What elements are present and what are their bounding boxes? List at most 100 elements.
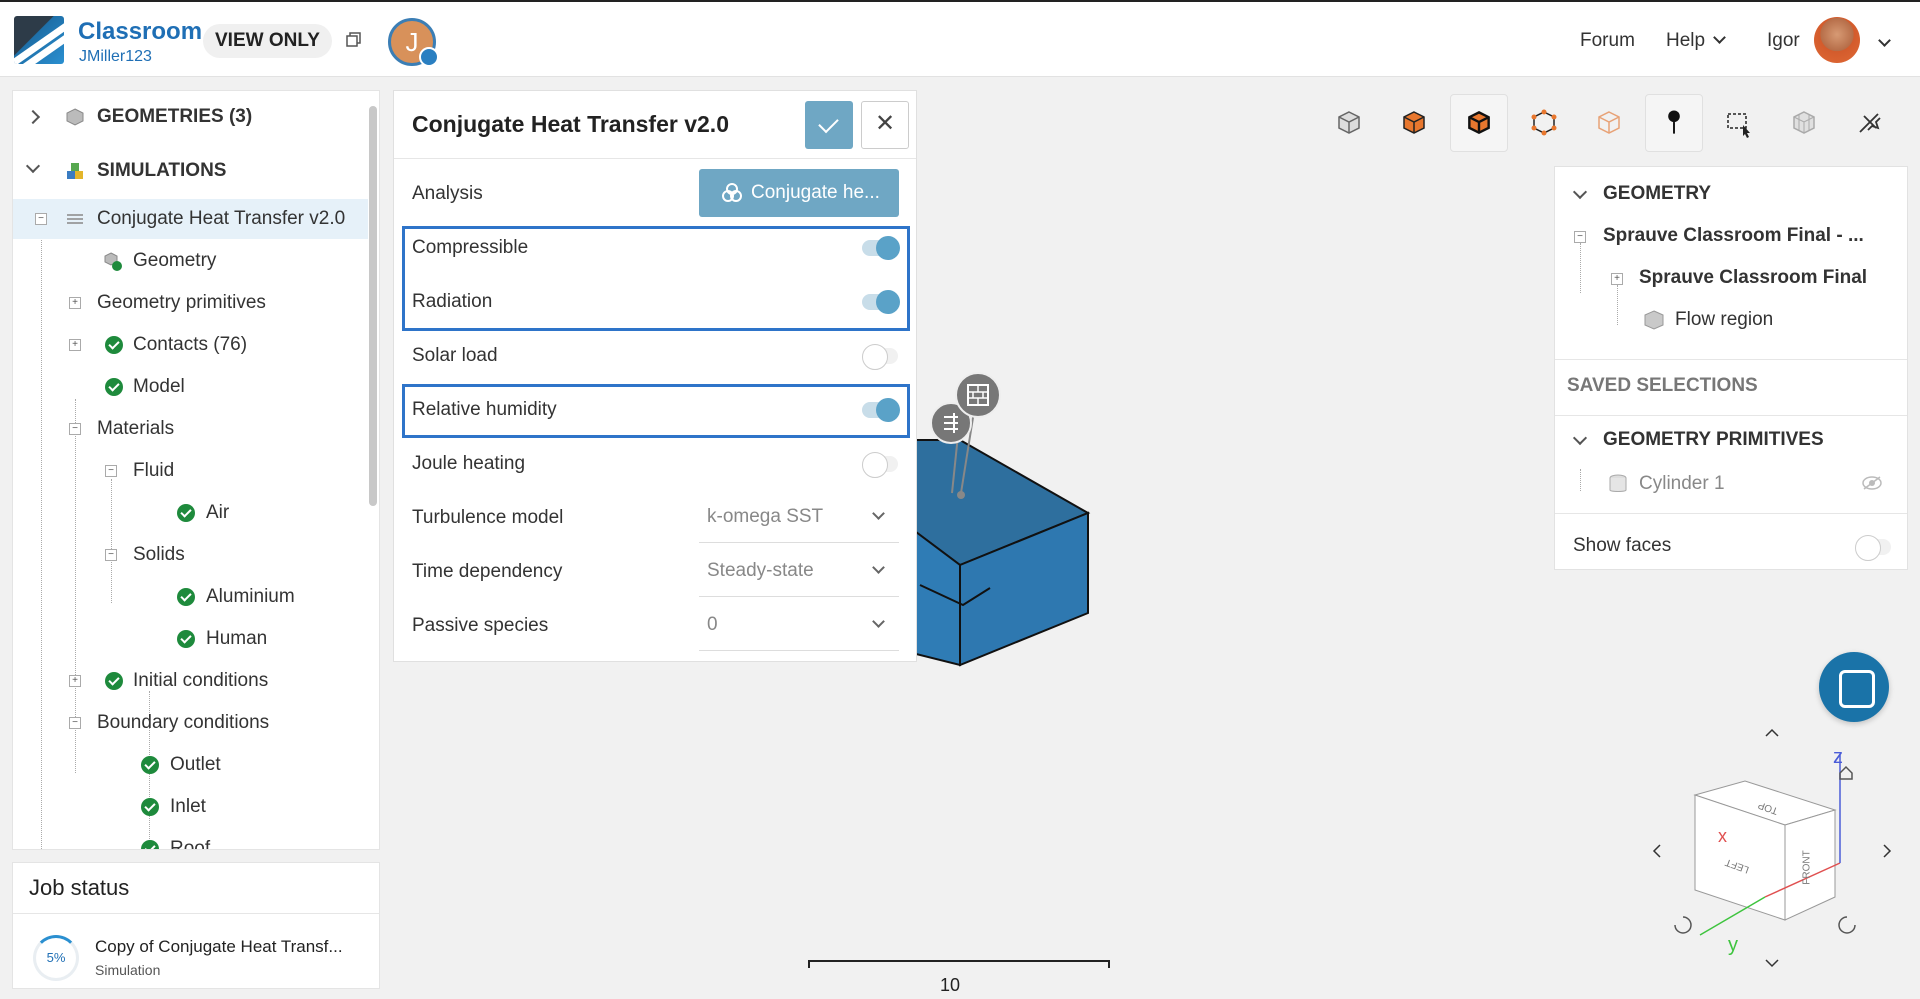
confirm-button[interactable] (805, 101, 853, 149)
username[interactable]: Igor (1767, 30, 1800, 52)
rotate-down-icon (1765, 959, 1779, 968)
project-title[interactable]: Classroom (78, 18, 202, 46)
collapse-icon[interactable]: − (105, 549, 117, 561)
mesh-view-icon[interactable] (1775, 94, 1833, 152)
check-icon (177, 588, 195, 606)
tree-item-inlet[interactable]: Inlet (13, 787, 368, 827)
solid-view-icon[interactable] (1385, 94, 1443, 152)
help-menu[interactable]: Help (1666, 30, 1726, 52)
user-avatar[interactable] (1814, 17, 1860, 63)
chevron-right-icon (25, 109, 41, 125)
project-owner[interactable]: JMiller123 (79, 48, 152, 66)
analysis-type-icon (722, 183, 742, 202)
simulations-node[interactable]: SIMULATIONS (13, 151, 368, 191)
job-name[interactable]: Copy of Conjugate Heat Transf... (95, 937, 343, 957)
scale-label: 10 m (940, 975, 961, 999)
tree-item-aluminium[interactable]: Aluminium (13, 577, 368, 617)
cylinder-icon (1609, 474, 1627, 492)
clipping-plane-icon[interactable] (1840, 94, 1898, 152)
pin-icon[interactable] (1645, 94, 1703, 152)
tree-item-geometry-primitives[interactable]: + Geometry primitives (13, 283, 368, 323)
tree-item-human[interactable]: Human (13, 619, 368, 659)
user-menu-chevron-icon[interactable] (1878, 34, 1891, 47)
job-status-title: Job status (29, 875, 130, 900)
collapse-icon[interactable]: − (35, 213, 47, 225)
collapse-icon[interactable]: − (69, 717, 81, 729)
chevron-down-icon (1572, 184, 1588, 200)
tree-item-model[interactable]: Model (13, 367, 368, 407)
analysis-type-button[interactable]: Conjugate he... (699, 169, 899, 217)
copy-icon[interactable] (346, 32, 362, 48)
chevron-down-icon (25, 158, 41, 174)
turbulence-model-select[interactable]: k-omega SST (699, 491, 899, 543)
axis-z-label: z (1833, 746, 1843, 768)
rotate-cw-icon (1838, 916, 1856, 934)
tree-item-solids[interactable]: − Solids (13, 535, 368, 575)
collaborator-avatar[interactable]: J (388, 18, 439, 67)
job-progress: 5% (33, 935, 79, 981)
passive-species-label: Passive species (412, 615, 549, 636)
passive-species-select[interactable]: 0 (699, 599, 899, 651)
collapse-icon[interactable]: − (69, 423, 81, 435)
time-dependency-label: Time dependency (412, 561, 563, 582)
check-icon (177, 504, 195, 522)
tree-item-roof[interactable]: Roof (13, 829, 368, 849)
tree-item-contacts[interactable]: + Contacts (76) (13, 325, 368, 365)
tree-item-sim[interactable]: − Conjugate Heat Transfer v2.0 (13, 199, 368, 239)
check-icon (105, 672, 123, 690)
simulations-icon (67, 163, 83, 179)
chevron-down-icon (1713, 31, 1726, 44)
time-dependency-select[interactable]: Steady-state (699, 545, 899, 597)
turbulence-model-label: Turbulence model (412, 507, 564, 528)
simulation-settings-dialog: Conjugate Heat Transfer v2.0 ✕ Analysis … (393, 90, 917, 662)
highlight-box (402, 226, 910, 331)
check-icon (141, 840, 159, 849)
simulation-tree: GEOMETRIES (3) SIMULATIONS − Conjugate H… (12, 90, 380, 850)
solar-load-toggle[interactable] (862, 344, 898, 370)
expand-icon[interactable]: + (69, 339, 81, 351)
scale-bar (808, 960, 1110, 968)
tree-item-geometry[interactable]: Geometry (13, 241, 368, 281)
tree-item-initial-conditions[interactable]: + Initial conditions (13, 661, 368, 701)
cube-front-label: FRONT (1801, 850, 1813, 885)
solid-edges-view-icon[interactable] (1450, 94, 1508, 152)
tree-item-materials[interactable]: − Materials (13, 409, 368, 449)
tree-item-air[interactable]: Air (13, 493, 368, 533)
rotate-left-icon (1652, 844, 1661, 858)
visibility-off-icon[interactable] (1861, 475, 1883, 491)
collapse-icon[interactable]: − (1574, 231, 1586, 243)
axis-x-label: x (1718, 826, 1727, 846)
geometry-icon (104, 252, 122, 271)
tree-item-fluid[interactable]: − Fluid (13, 451, 368, 491)
job-status-panel: Job status 5% Copy of Conjugate Heat Tra… (12, 862, 380, 989)
box-select-icon[interactable] (1710, 94, 1768, 152)
wall-marker-icon[interactable] (955, 372, 1001, 418)
geometries-node[interactable]: GEOMETRIES (3) (13, 97, 368, 137)
tree-scrollbar[interactable] (369, 106, 377, 506)
expand-icon[interactable]: + (1611, 273, 1623, 285)
analysis-label: Analysis (412, 183, 483, 204)
show-faces-toggle[interactable] (1855, 535, 1891, 561)
close-button[interactable]: ✕ (861, 101, 909, 149)
chat-icon[interactable] (1819, 652, 1889, 722)
chevron-down-icon (872, 561, 885, 574)
app-logo[interactable] (14, 16, 64, 64)
joule-heating-toggle[interactable] (862, 452, 898, 478)
expand-icon[interactable]: + (69, 297, 81, 309)
check-icon (105, 378, 123, 396)
joule-heating-label: Joule heating (412, 453, 526, 474)
tree-item-boundary-conditions[interactable]: − Boundary conditions (13, 703, 368, 743)
solar-load-label: Solar load (412, 345, 498, 366)
transparent-view-icon[interactable] (1580, 94, 1638, 152)
view-cube-icon[interactable] (1320, 94, 1378, 152)
collaborator-badge-icon (419, 47, 439, 67)
collapse-icon[interactable]: − (105, 465, 117, 477)
tree-item-outlet[interactable]: Outlet (13, 745, 368, 785)
expand-icon[interactable]: + (69, 675, 81, 687)
check-icon (105, 336, 123, 354)
chevron-down-icon (872, 507, 885, 520)
orientation-cube[interactable] (1640, 725, 1900, 975)
view-only-badge: VIEW ONLY (203, 24, 332, 58)
forum-link[interactable]: Forum (1580, 30, 1635, 52)
vertices-view-icon[interactable] (1515, 94, 1573, 152)
